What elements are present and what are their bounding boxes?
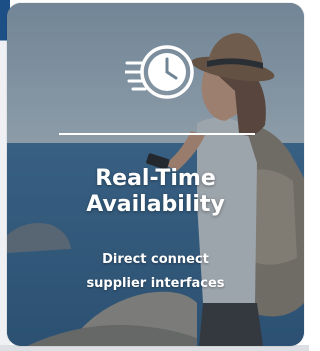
- card-subtitle: Direct connect supplier interfaces: [86, 252, 225, 291]
- clock-speed-icon: [125, 45, 194, 99]
- feature-card[interactable]: Real-Time Availability Direct connect su…: [7, 3, 304, 346]
- divider-line: [59, 133, 255, 135]
- card-title: Real-Time Availability: [86, 166, 225, 217]
